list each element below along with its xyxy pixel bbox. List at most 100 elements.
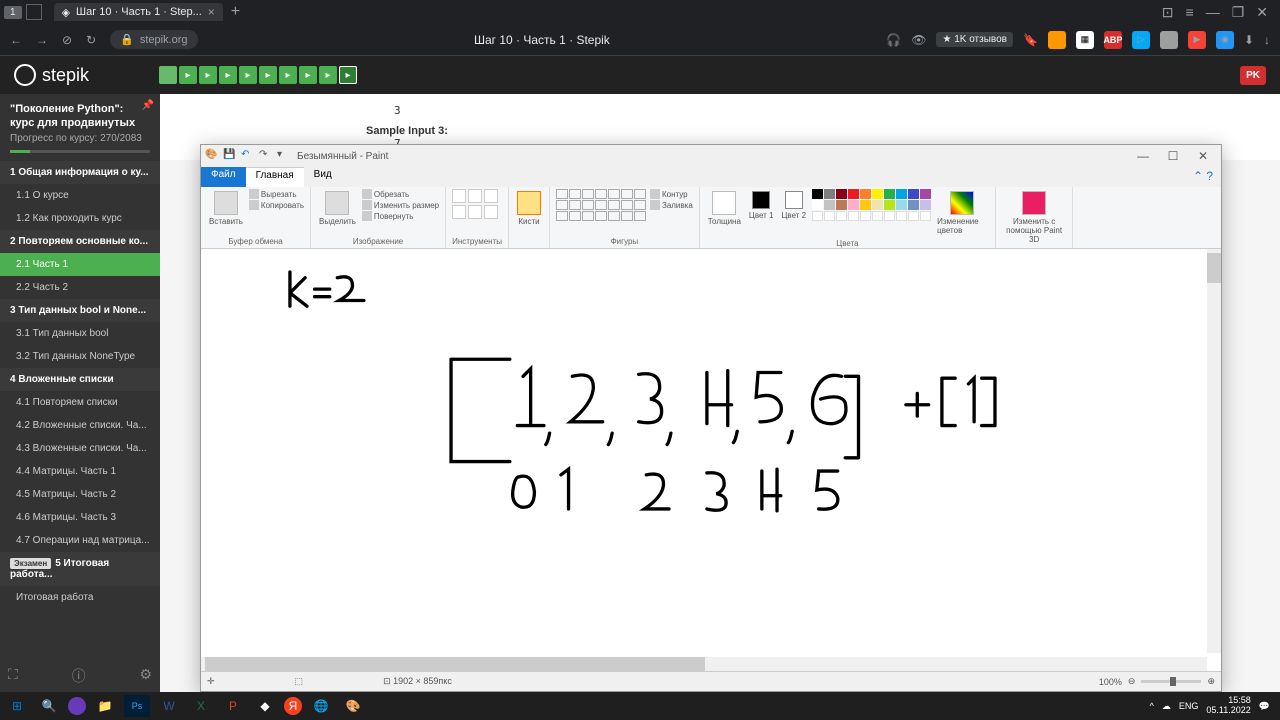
- nav-item[interactable]: 2.2 Часть 2: [0, 276, 160, 299]
- step-10[interactable]: ▸: [339, 66, 357, 84]
- fullscreen-icon[interactable]: ⛶: [8, 666, 18, 686]
- ext-icon-2[interactable]: ▦: [1076, 31, 1094, 49]
- paint-titlebar[interactable]: 🎨 💾 ↶ ↷ ▾ Безымянный - Paint — ☐ ✕: [201, 145, 1221, 167]
- nav-item[interactable]: Итоговая работа: [0, 586, 160, 609]
- photoshop-icon[interactable]: Ps: [124, 695, 150, 717]
- paint3d-button[interactable]: Изменить с помощью Paint 3D: [1002, 189, 1066, 246]
- view-tab[interactable]: Вид: [304, 167, 342, 187]
- zoom-in-button[interactable]: ⊕: [1207, 676, 1215, 687]
- eye-icon[interactable]: 👁: [911, 33, 926, 47]
- add-tab-button[interactable]: +: [231, 3, 240, 21]
- taskbar-app-2[interactable]: ◆: [252, 695, 278, 717]
- crop-button[interactable]: Обрезать: [362, 189, 439, 199]
- color-palette[interactable]: [812, 189, 931, 221]
- step-9[interactable]: ▸: [319, 66, 337, 84]
- paint-minimize-button[interactable]: —: [1129, 147, 1157, 165]
- tools-grid[interactable]: [452, 189, 498, 219]
- step-2[interactable]: ▸: [179, 66, 197, 84]
- nav-item[interactable]: 1.1 О курсе: [0, 184, 160, 207]
- color1-button[interactable]: Цвет 1: [747, 189, 776, 222]
- tray-chevron-icon[interactable]: ^: [1150, 701, 1154, 711]
- settings-icon[interactable]: ⚙: [139, 666, 152, 686]
- ext-icon-1[interactable]: [1048, 31, 1066, 49]
- reviews-badge[interactable]: ★ 1K отзывов: [936, 32, 1013, 47]
- step-8[interactable]: ▸: [299, 66, 317, 84]
- color2-button[interactable]: Цвет 2: [780, 189, 809, 222]
- back-button[interactable]: ←: [10, 33, 22, 47]
- abp-icon[interactable]: ABP: [1104, 31, 1122, 49]
- notifications-icon[interactable]: 💬: [1259, 701, 1270, 712]
- minimize-icon[interactable]: —: [1206, 4, 1220, 21]
- info-icon[interactable]: ⓘ: [72, 666, 86, 686]
- menu-icon[interactable]: ≡: [1186, 4, 1194, 21]
- stop-button[interactable]: ⊘: [62, 33, 72, 47]
- outline-button[interactable]: Контур: [650, 189, 693, 199]
- maximize-icon[interactable]: ❐: [1232, 4, 1245, 21]
- clock[interactable]: 15:58 05.11.2022: [1206, 696, 1250, 716]
- select-button[interactable]: Выделить: [317, 189, 358, 228]
- forward-button[interactable]: →: [36, 33, 48, 47]
- paste-button[interactable]: Вставить: [207, 189, 245, 228]
- taskbar-app-3[interactable]: 🌐: [308, 695, 334, 717]
- paint-close-button[interactable]: ✕: [1189, 147, 1217, 165]
- nav-item[interactable]: 4.6 Матрицы. Часть 3: [0, 506, 160, 529]
- headphones-icon[interactable]: 🎧: [886, 33, 901, 47]
- step-3[interactable]: ▸: [199, 66, 217, 84]
- step-6[interactable]: ▸: [259, 66, 277, 84]
- step-4[interactable]: ▸: [219, 66, 237, 84]
- url-input[interactable]: 🔒 stepik.org: [110, 30, 197, 49]
- nav-section[interactable]: 4 Вложенные списки: [0, 368, 160, 391]
- nav-item[interactable]: 4.5 Матрицы. Часть 2: [0, 483, 160, 506]
- browser-tab[interactable]: ◈ Шаг 10 · Часть 1 · Step... ×: [54, 3, 223, 21]
- close-tab-icon[interactable]: ×: [208, 5, 215, 19]
- arrow-down-icon[interactable]: ↓: [1264, 33, 1270, 47]
- cut-button[interactable]: Вырезать: [249, 189, 304, 199]
- start-button[interactable]: ⊞: [4, 695, 30, 717]
- close-icon[interactable]: ✕: [1256, 4, 1268, 21]
- stepik-logo[interactable]: stepik: [14, 64, 89, 86]
- paint-maximize-button[interactable]: ☐: [1159, 147, 1187, 165]
- yandex-icon[interactable]: Я: [284, 697, 302, 715]
- nav-section[interactable]: 3 Тип данных bool и None...: [0, 299, 160, 322]
- zoom-out-button[interactable]: ⊖: [1128, 676, 1136, 687]
- nav-item[interactable]: 1.2 Как проходить курс: [0, 207, 160, 230]
- powerpoint-icon[interactable]: P: [220, 695, 246, 717]
- nav-item[interactable]: 4.1 Повторяем списки: [0, 391, 160, 414]
- nav-item[interactable]: 4.2 Вложенные списки. Ча...: [0, 414, 160, 437]
- copy-button[interactable]: Копировать: [249, 200, 304, 210]
- fill-button[interactable]: Заливка: [650, 200, 693, 210]
- paint-app-icon[interactable]: 🎨: [205, 149, 219, 163]
- nav-section[interactable]: Экзамен5 Итоговая работа...: [0, 552, 160, 586]
- paint-canvas[interactable]: [205, 255, 1205, 653]
- reload-button[interactable]: ↻: [86, 33, 96, 47]
- excel-icon[interactable]: X: [188, 695, 214, 717]
- taskbar-app-1[interactable]: [68, 697, 86, 715]
- shapes-gallery[interactable]: [556, 189, 646, 221]
- edit-colors-button[interactable]: Изменение цветов: [935, 189, 989, 237]
- ext-icon-5[interactable]: ▶: [1188, 31, 1206, 49]
- nav-section[interactable]: 1 Общая информация о ку...: [0, 161, 160, 184]
- resize-button[interactable]: Изменить размер: [362, 200, 439, 210]
- qat-dropdown-icon[interactable]: ▾: [277, 149, 291, 163]
- step-5[interactable]: ▸: [239, 66, 257, 84]
- step-7[interactable]: ▸: [279, 66, 297, 84]
- ext-icon-4[interactable]: ⊕: [1160, 31, 1178, 49]
- rotate-button[interactable]: Повернуть: [362, 211, 439, 221]
- downloads-icon[interactable]: ⬇: [1244, 33, 1254, 47]
- step-1[interactable]: [159, 66, 177, 84]
- nav-item[interactable]: 3.2 Тип данных NoneType: [0, 345, 160, 368]
- search-button[interactable]: 🔍: [36, 695, 62, 717]
- horizontal-scrollbar[interactable]: [201, 657, 1207, 671]
- save-icon[interactable]: 💾: [223, 149, 237, 163]
- bookmark-icon[interactable]: 🔖: [1023, 33, 1038, 47]
- nav-item[interactable]: 4.4 Матрицы. Часть 1: [0, 460, 160, 483]
- ext-icon-3[interactable]: ▷: [1132, 31, 1150, 49]
- nav-section[interactable]: 2 Повторяем основные ко...: [0, 230, 160, 253]
- new-tab-icon[interactable]: [26, 4, 42, 20]
- zoom-slider[interactable]: [1141, 680, 1201, 683]
- undo-icon[interactable]: ↶: [241, 149, 255, 163]
- pin-icon[interactable]: 📌: [142, 100, 154, 111]
- nav-item[interactable]: 4.3 Вложенные списки. Ча...: [0, 437, 160, 460]
- tray-icon[interactable]: ☁: [1162, 701, 1171, 712]
- size-button[interactable]: Толщина: [706, 189, 743, 228]
